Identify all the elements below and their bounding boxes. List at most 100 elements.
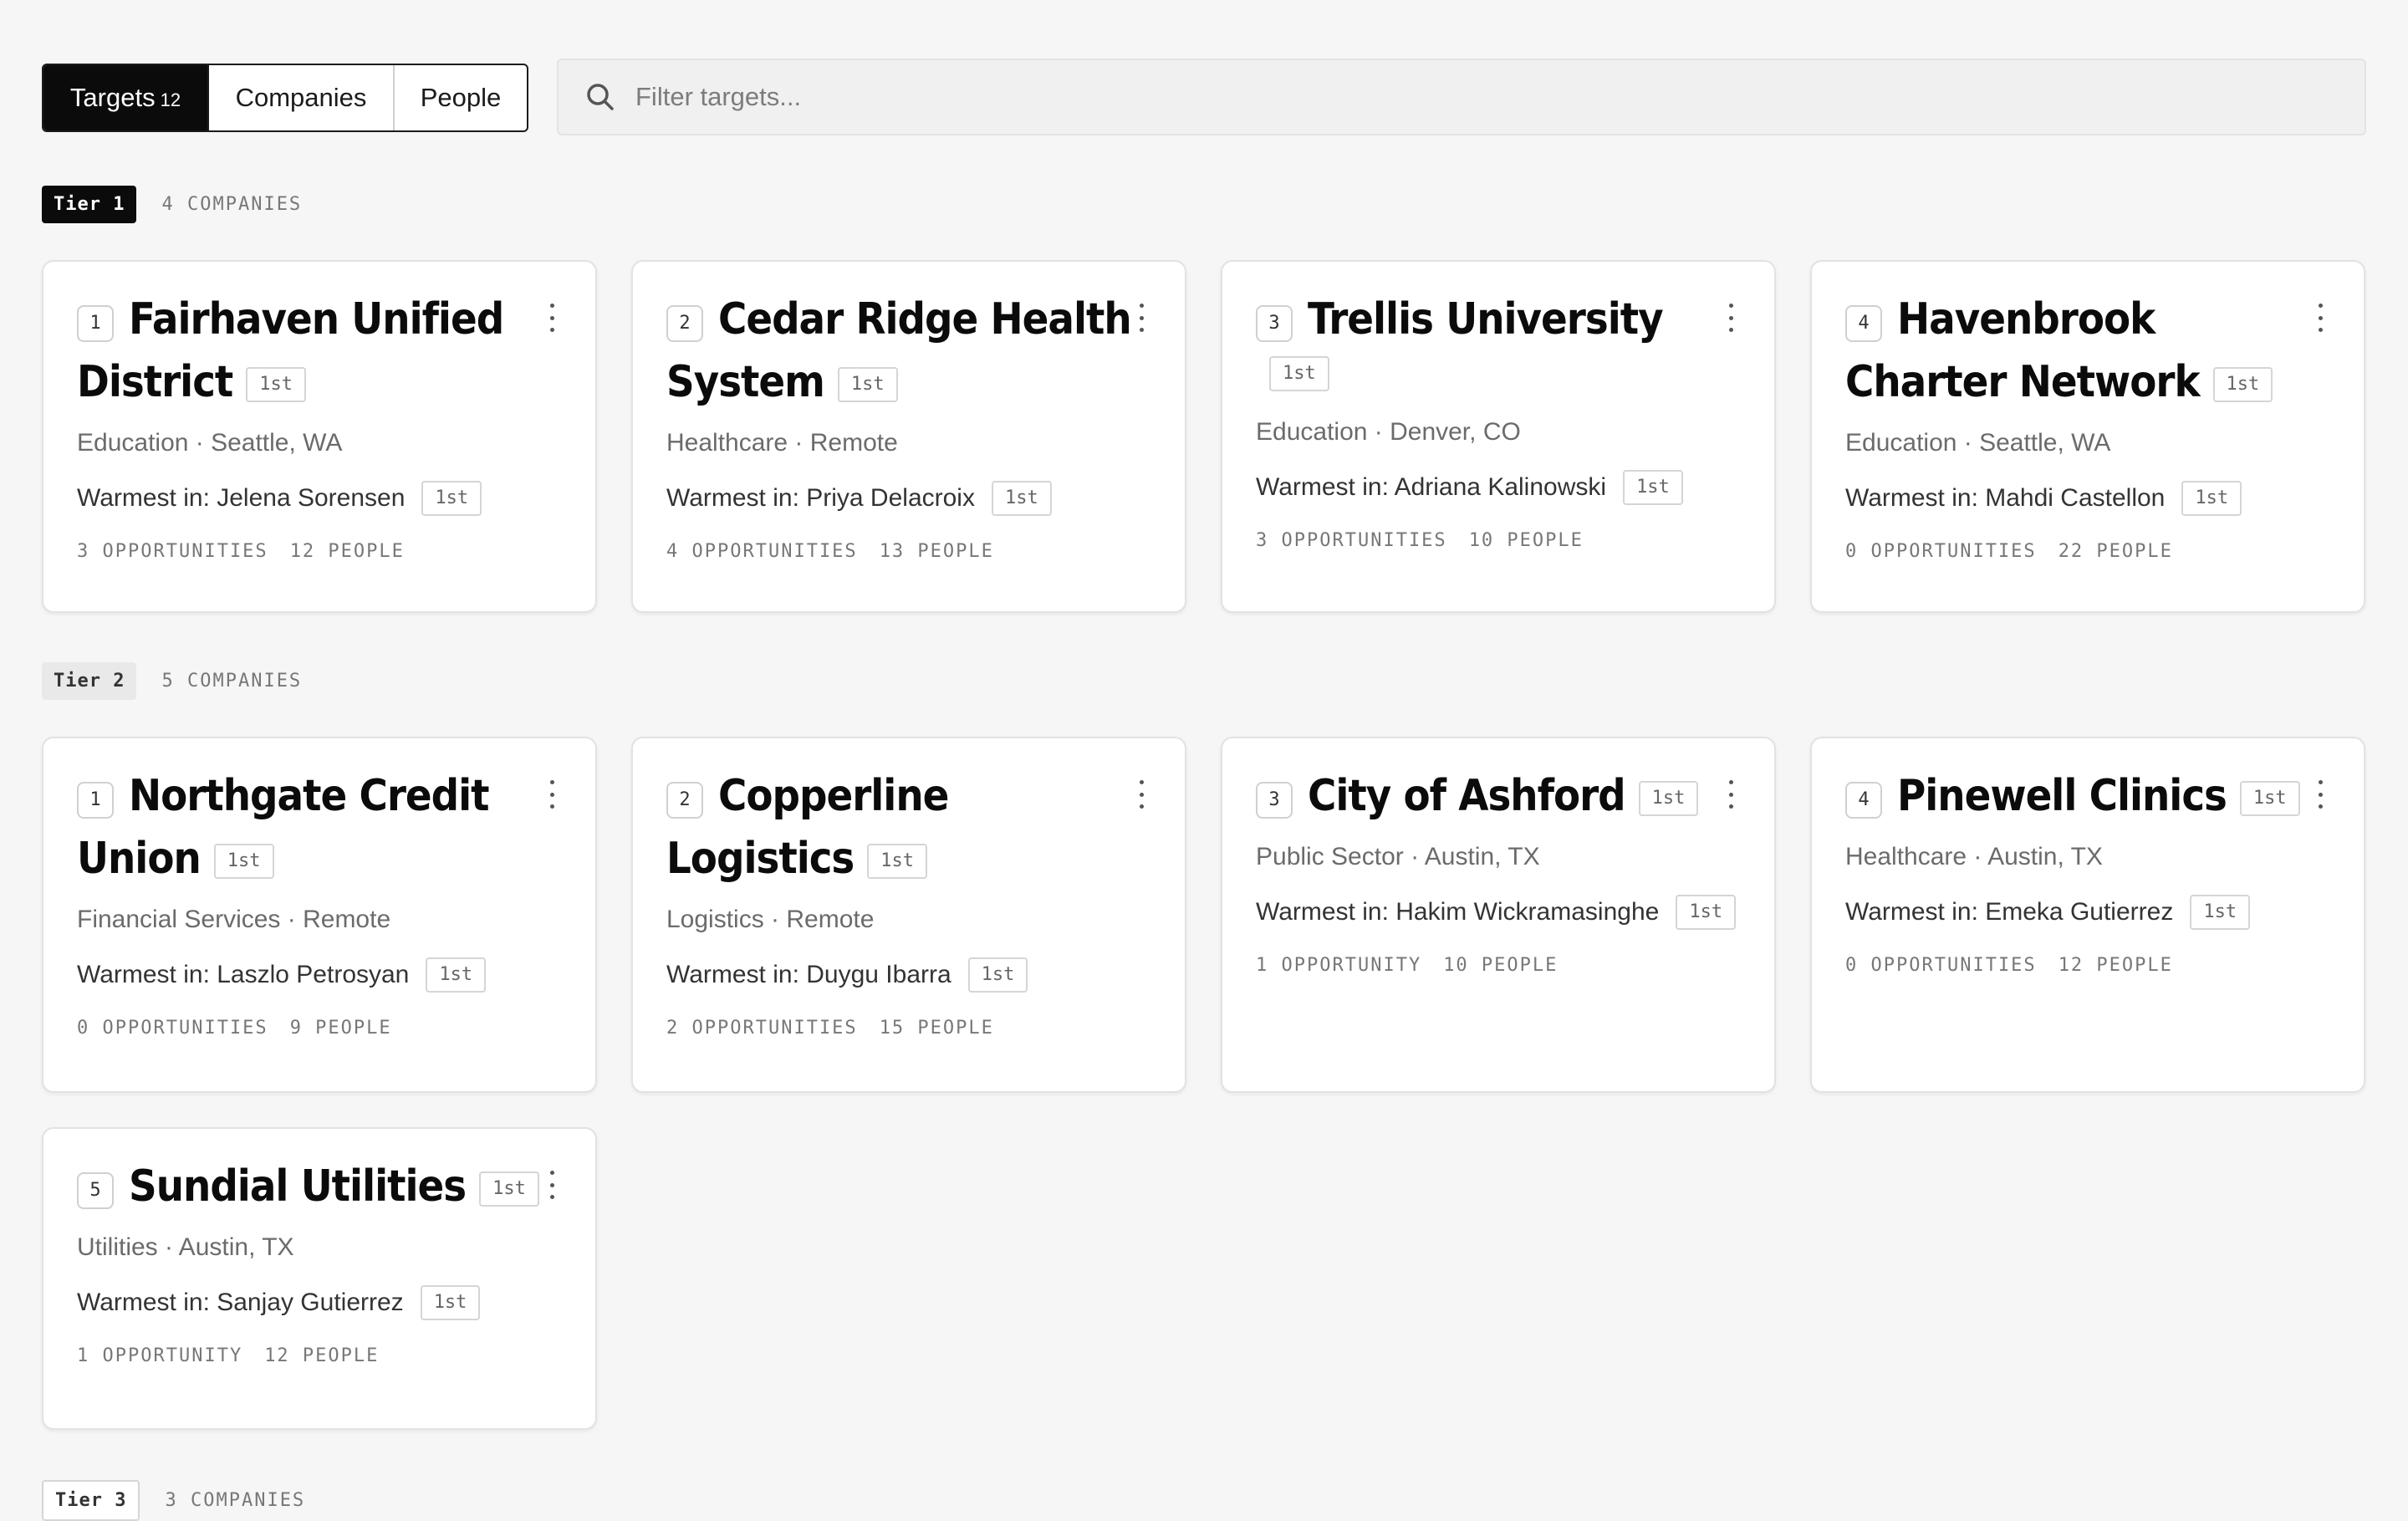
tier-badge: Tier 1 xyxy=(42,186,137,223)
connection-degree-badge: 1st xyxy=(2239,781,2300,816)
target-card[interactable]: 5 Sundial Utilities 1st Utilities · Austin,… xyxy=(42,1127,597,1430)
tab-targets-label: Targets xyxy=(69,83,156,112)
card-stats: 0 OPPORTUNITIES 22 PEOPLE xyxy=(1845,541,2330,562)
more-options-icon[interactable] xyxy=(543,1171,560,1199)
warmest-degree-badge: 1st xyxy=(421,481,482,516)
target-card[interactable]: 2 Copperline Logistics 1st Logistics · Remo… xyxy=(631,737,1186,1093)
target-card[interactable]: 4 Havenbrook Charter Network 1st Education … xyxy=(1810,260,2365,613)
warmest-contact-text: Warmest in: Duygu Ibarra xyxy=(666,961,951,988)
card-stats: 0 OPPORTUNITIES 12 PEOPLE xyxy=(1845,955,2330,976)
more-options-icon[interactable] xyxy=(543,304,560,332)
people-count: 12 PEOPLE xyxy=(2058,955,2173,976)
card-title-row: 1 Fairhaven Unified District 1st xyxy=(77,293,545,419)
toolbar: Targets 12 Companies People xyxy=(42,59,2366,135)
rank-badge: 4 xyxy=(1845,305,1882,342)
warmest-degree-badge: 1st xyxy=(991,481,1052,516)
target-card[interactable]: 3 Trellis University 1st Education · Denver… xyxy=(1221,260,1776,613)
warmest-contact: Warmest in: Sanjay Gutierrez 1st xyxy=(77,1285,562,1320)
more-options-icon[interactable] xyxy=(2312,304,2329,332)
more-options-icon[interactable] xyxy=(1133,780,1150,809)
warmest-contact-text: Warmest in: Priya Delacroix xyxy=(666,484,975,512)
more-options-icon[interactable] xyxy=(543,780,560,809)
warmest-degree-badge: 1st xyxy=(426,957,487,993)
card-stats: 2 OPPORTUNITIES 15 PEOPLE xyxy=(666,1018,1151,1039)
more-options-icon[interactable] xyxy=(1133,304,1150,332)
target-card[interactable]: 2 Cedar Ridge Health System 1st Healthcare … xyxy=(631,260,1186,613)
company-name[interactable]: Sundial Utilities xyxy=(129,1161,467,1212)
company-name[interactable]: Trellis University xyxy=(1308,294,1664,345)
more-options-icon[interactable] xyxy=(1722,304,1739,332)
opportunities-count: 4 OPPORTUNITIES xyxy=(666,541,858,562)
tab-people-label: People xyxy=(420,83,502,112)
target-card[interactable]: 4 Pinewell Clinics 1st Healthcare · Austin,… xyxy=(1810,737,2365,1093)
people-count: 10 PEOPLE xyxy=(1443,955,1559,976)
company-meta: Logistics · Remote xyxy=(666,906,875,933)
people-count: 10 PEOPLE xyxy=(1468,530,1584,551)
warmest-contact: Warmest in: Laszlo Petrosyan 1st xyxy=(77,957,562,993)
tier-header: Tier 2 5 COMPANIES xyxy=(42,662,302,700)
people-count: 13 PEOPLE xyxy=(879,541,994,562)
rank-badge: 1 xyxy=(77,782,114,819)
connection-degree-badge: 1st xyxy=(867,844,928,879)
target-card[interactable]: 1 Northgate Credit Union 1st Financial Serv… xyxy=(42,737,597,1093)
target-card[interactable]: 3 City of Ashford 1st Public Sector · Austi… xyxy=(1221,737,1776,1093)
company-meta: Education · Denver, CO xyxy=(1256,418,1521,446)
warmest-degree-badge: 1st xyxy=(2190,895,2251,930)
target-card[interactable]: 1 Fairhaven Unified District 1st Education … xyxy=(42,260,597,613)
more-options-icon[interactable] xyxy=(1722,780,1739,809)
company-name[interactable]: City of Ashford xyxy=(1308,771,1626,821)
card-title-row: 1 Northgate Credit Union 1st xyxy=(77,770,545,896)
tab-companies-label: Companies xyxy=(235,83,367,112)
tab-targets[interactable]: Targets 12 xyxy=(43,65,209,130)
tab-companies[interactable]: Companies xyxy=(209,65,395,130)
opportunities-count: 0 OPPORTUNITIES xyxy=(1845,955,2037,976)
card-title-row: 3 City of Ashford 1st xyxy=(1256,770,1724,833)
rank-badge: 3 xyxy=(1256,782,1293,819)
tier-header: Tier 1 4 COMPANIES xyxy=(42,186,302,223)
card-title-row: 5 Sundial Utilities 1st xyxy=(77,1161,545,1223)
connection-degree-badge: 1st xyxy=(1269,356,1329,391)
rank-badge: 1 xyxy=(77,305,114,342)
company-meta: Financial Services · Remote xyxy=(77,906,391,933)
connection-degree-badge: 1st xyxy=(246,367,307,402)
card-title-row: 3 Trellis University 1st xyxy=(1256,293,1724,408)
more-options-icon[interactable] xyxy=(2312,780,2329,809)
warmest-contact: Warmest in: Jelena Sorensen 1st xyxy=(77,481,562,516)
company-name[interactable]: Cedar Ridge Health System xyxy=(666,294,1132,407)
warmest-contact-text: Warmest in: Sanjay Gutierrez xyxy=(77,1289,404,1316)
search-icon xyxy=(587,84,614,110)
company-name[interactable]: Pinewell Clinics xyxy=(1897,771,2227,821)
card-title-row: 4 Havenbrook Charter Network 1st xyxy=(1845,293,2314,419)
tab-people[interactable]: People xyxy=(395,65,527,130)
card-title-row: 2 Copperline Logistics 1st xyxy=(666,770,1135,896)
warmest-degree-badge: 1st xyxy=(2181,481,2242,516)
tier-company-count: 3 COMPANIES xyxy=(165,1490,306,1511)
warmest-degree-badge: 1st xyxy=(1623,470,1683,505)
tier-company-count: 5 COMPANIES xyxy=(161,671,303,692)
warmest-contact: Warmest in: Adriana Kalinowski 1st xyxy=(1256,470,1741,505)
warmest-contact-text: Warmest in: Emeka Gutierrez xyxy=(1845,898,2174,926)
warmest-contact-text: Warmest in: Hakim Wickramasinghe xyxy=(1256,898,1660,926)
people-count: 12 PEOPLE xyxy=(264,1345,380,1366)
view-switcher: Targets 12 Companies People xyxy=(42,64,528,132)
rank-badge: 2 xyxy=(666,782,703,819)
warmest-degree-badge: 1st xyxy=(967,957,1028,993)
opportunities-count: 1 OPPORTUNITY xyxy=(1256,955,1422,976)
company-name[interactable]: Northgate Credit Union xyxy=(77,771,490,884)
rank-badge: 2 xyxy=(666,305,703,342)
people-count: 12 PEOPLE xyxy=(289,541,405,562)
company-name[interactable]: Havenbrook Charter Network xyxy=(1845,294,2201,407)
people-count: 9 PEOPLE xyxy=(289,1018,392,1039)
search-bar xyxy=(557,59,2366,135)
warmest-contact: Warmest in: Duygu Ibarra 1st xyxy=(666,957,1151,993)
warmest-degree-badge: 1st xyxy=(1676,895,1737,930)
warmest-contact-text: Warmest in: Laszlo Petrosyan xyxy=(77,961,410,988)
company-meta: Utilities · Austin, TX xyxy=(77,1233,294,1261)
rank-badge: 5 xyxy=(77,1172,114,1209)
connection-degree-badge: 1st xyxy=(479,1171,539,1207)
search-input[interactable] xyxy=(634,81,2309,113)
card-title-row: 2 Cedar Ridge Health System 1st xyxy=(666,293,1135,419)
targets-count: 12 xyxy=(160,89,181,110)
opportunities-count: 2 OPPORTUNITIES xyxy=(666,1018,858,1039)
warmest-contact-text: Warmest in: Adriana Kalinowski xyxy=(1256,473,1607,501)
